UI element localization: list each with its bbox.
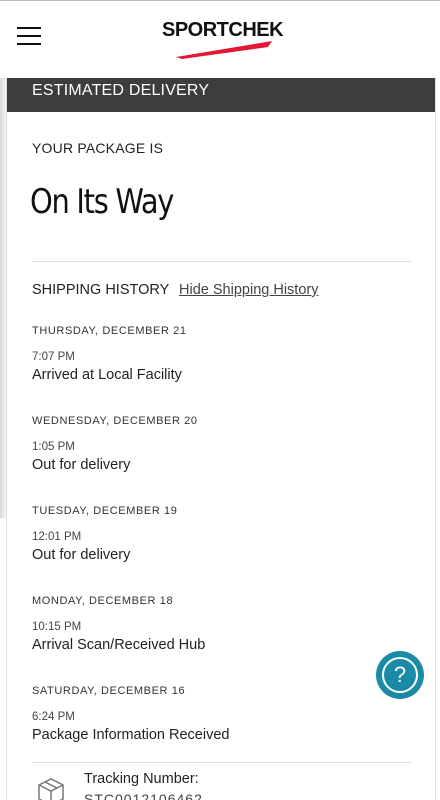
hamburger-menu-icon[interactable]	[14, 21, 44, 51]
event-time: 12:01 PM	[32, 531, 82, 543]
package-label: YOUR PACKAGE IS	[32, 140, 164, 156]
delivery-card: ESTIMATED DELIVERY YOUR PACKAGE IS On It…	[6, 78, 436, 800]
question-icon: ?	[382, 657, 418, 693]
history-event: SATURDAY, DECEMBER 16 6:24 PM Package In…	[32, 685, 402, 743]
event-date: WEDNESDAY, DECEMBER 20	[32, 415, 198, 427]
shipping-history-title: SHIPPING HISTORY	[32, 282, 169, 298]
app-header: SPORTCHEK	[0, 0, 440, 78]
event-description: Out for delivery	[32, 547, 131, 563]
event-description: Out for delivery	[32, 457, 131, 473]
divider	[32, 261, 412, 262]
event-date: THURSDAY, DECEMBER 21	[32, 325, 187, 337]
history-event: TUESDAY, DECEMBER 19 12:01 PM Out for de…	[32, 505, 402, 563]
history-event: THURSDAY, DECEMBER 21 7:07 PM Arrived at…	[32, 325, 402, 383]
card-title: ESTIMATED DELIVERY	[7, 78, 435, 112]
help-button[interactable]: ?	[376, 651, 424, 699]
history-event: WEDNESDAY, DECEMBER 20 1:05 PM Out for d…	[32, 415, 402, 473]
event-time: 6:24 PM	[32, 711, 75, 723]
history-event: MONDAY, DECEMBER 18 10:15 PM Arrival Sca…	[32, 595, 402, 653]
shipping-history-header: SHIPPING HISTORY Hide Shipping History	[32, 282, 318, 298]
event-time: 1:05 PM	[32, 441, 75, 453]
divider	[32, 762, 412, 763]
event-description: Package Information Received	[32, 727, 230, 743]
tracking-label: Tracking Number:	[84, 771, 199, 787]
box-icon	[38, 778, 64, 800]
event-date: TUESDAY, DECEMBER 19	[32, 505, 178, 517]
event-date: SATURDAY, DECEMBER 16	[32, 685, 186, 697]
event-date: MONDAY, DECEMBER 18	[32, 595, 174, 607]
logo-swoosh-icon	[176, 41, 272, 59]
hide-shipping-history-link[interactable]: Hide Shipping History	[179, 282, 318, 298]
event-description: Arrived at Local Facility	[32, 367, 182, 383]
sportchek-logo[interactable]: SPORTCHEK	[158, 15, 288, 63]
package-status: On Its Way	[30, 182, 174, 222]
tracking-info: Tracking Number: STC0012106462	[32, 771, 412, 800]
event-time: 7:07 PM	[32, 351, 75, 363]
app-screen: SPORTCHEK ESTIMATED DELIVERY YOUR PACKAG…	[0, 0, 440, 800]
brand-wordmark: SPORTCHEK	[162, 19, 284, 41]
event-time: 10:15 PM	[32, 621, 82, 633]
tracking-number[interactable]: STC0012106462	[84, 791, 203, 800]
event-description: Arrival Scan/Received Hub	[32, 637, 206, 653]
